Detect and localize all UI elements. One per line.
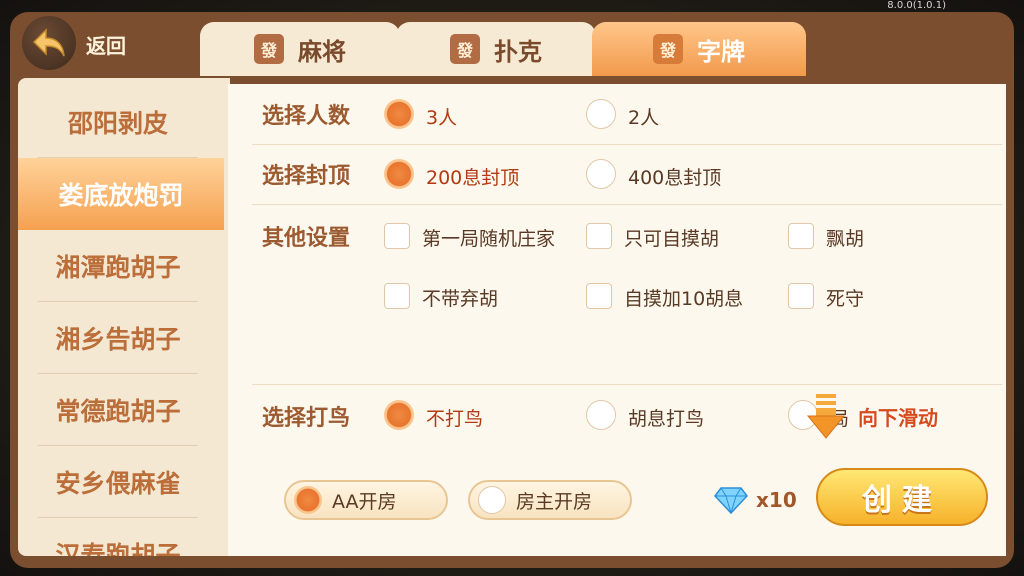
down-arrow-icon	[806, 394, 846, 439]
scroll-down-hint: 向下滑动	[806, 392, 966, 442]
players-3-label[interactable]: 3人	[426, 103, 457, 130]
diamond-cost: x10	[756, 488, 797, 512]
version-label: 8.0.0(1.0.1)	[887, 0, 946, 11]
owner-room-option[interactable]: 房主开房	[468, 480, 632, 520]
sidebar-item-label: 娄底放炮罚	[58, 181, 184, 210]
tab-label: 扑克	[494, 37, 542, 66]
aa-room-radio[interactable]	[294, 486, 322, 514]
no-bird-label[interactable]: 不打鸟	[426, 404, 483, 431]
sidebar-item-label: 邵阳剥皮	[67, 109, 168, 138]
random-dealer-checkbox[interactable]	[384, 223, 410, 249]
si-shou-label[interactable]: 死守	[826, 284, 864, 311]
cap-400-label[interactable]: 400息封顶	[628, 163, 721, 190]
sidebar-item-label: 湘潭跑胡子	[55, 253, 181, 282]
si-shou-checkbox[interactable]	[788, 283, 814, 309]
tab-mahjong[interactable]: 發 麻将	[200, 22, 400, 76]
huxi-bird-radio[interactable]	[586, 400, 616, 430]
mahjong-tile-icon: 發	[254, 34, 284, 64]
piao-hu-label[interactable]: 飘胡	[826, 224, 864, 251]
self-draw-plus-10-label[interactable]: 自摸加10胡息	[624, 284, 743, 311]
sidebar-item[interactable]: 湘潭跑胡子	[18, 230, 218, 302]
sidebar-item-label: 常德跑胡子	[55, 397, 181, 426]
players-2-radio[interactable]	[586, 99, 616, 129]
mahjong-tile-icon: 發	[450, 34, 480, 64]
players-3-radio[interactable]	[384, 99, 414, 129]
divider	[252, 204, 1002, 205]
aa-room-option[interactable]: AA开房	[284, 480, 448, 520]
back-label[interactable]: 返回	[86, 30, 126, 59]
back-button[interactable]	[22, 16, 76, 70]
self-draw-plus-10-checkbox[interactable]	[586, 283, 612, 309]
self-draw-only-checkbox[interactable]	[586, 223, 612, 249]
no-discard-hu-label[interactable]: 不带弃胡	[422, 284, 498, 311]
players-label: 选择人数	[262, 104, 351, 129]
game-mode-sidebar: 邵阳剥皮 娄底放炮罚 湘潭跑胡子 湘乡告胡子 常德跑胡子 安乡偎麻雀 汉寿跑胡子	[18, 78, 230, 556]
cap-label: 选择封顶	[262, 164, 351, 189]
other-settings-label: 其他设置	[262, 226, 351, 251]
piao-hu-checkbox[interactable]	[788, 223, 814, 249]
sidebar-item-label: 湘乡告胡子	[55, 325, 181, 354]
diamond-icon	[714, 487, 748, 514]
divider	[252, 384, 1002, 385]
tab-poker[interactable]: 發 扑克	[396, 22, 596, 76]
game-type-tabs: 發 麻将 發 扑克 發 字牌	[200, 22, 810, 76]
sidebar-item[interactable]: 汉寿跑胡子	[18, 518, 218, 556]
sidebar-item[interactable]: 邵阳剥皮	[18, 86, 218, 158]
sidebar-item[interactable]: 湘乡告胡子	[18, 302, 218, 374]
sidebar-item-selected[interactable]: 娄底放炮罚	[18, 158, 224, 230]
sidebar-item[interactable]: 安乡偎麻雀	[18, 446, 218, 518]
cap-200-label[interactable]: 200息封顶	[426, 163, 519, 190]
no-discard-hu-checkbox[interactable]	[384, 283, 410, 309]
create-room-button[interactable]: 创建	[816, 468, 988, 526]
tab-label: 字牌	[697, 37, 745, 66]
bird-label: 选择打鸟	[262, 406, 351, 431]
sidebar-item-label: 安乡偎麻雀	[55, 469, 181, 498]
self-draw-only-label[interactable]: 只可自摸胡	[624, 224, 719, 251]
sidebar-item[interactable]: 常德跑胡子	[18, 374, 218, 446]
divider	[252, 144, 1002, 145]
players-2-label[interactable]: 2人	[628, 103, 659, 130]
cap-400-radio[interactable]	[586, 159, 616, 189]
sidebar-item-label: 汉寿跑胡子	[55, 541, 181, 556]
no-bird-radio[interactable]	[384, 400, 414, 430]
scroll-down-text: 向下滑动	[858, 406, 938, 430]
create-label: 创建	[862, 483, 942, 518]
huxi-bird-label[interactable]: 胡息打鸟	[628, 404, 704, 431]
owner-room-radio[interactable]	[478, 486, 506, 514]
mahjong-tile-icon: 發	[653, 34, 683, 64]
cap-200-radio[interactable]	[384, 159, 414, 189]
owner-room-label: 房主开房	[516, 490, 593, 513]
back-arrow-icon	[32, 28, 65, 57]
random-dealer-label[interactable]: 第一局随机庄家	[422, 224, 555, 251]
tab-label: 麻将	[298, 37, 346, 66]
aa-room-label: AA开房	[332, 490, 397, 513]
tab-zipai[interactable]: 發 字牌	[592, 22, 806, 76]
